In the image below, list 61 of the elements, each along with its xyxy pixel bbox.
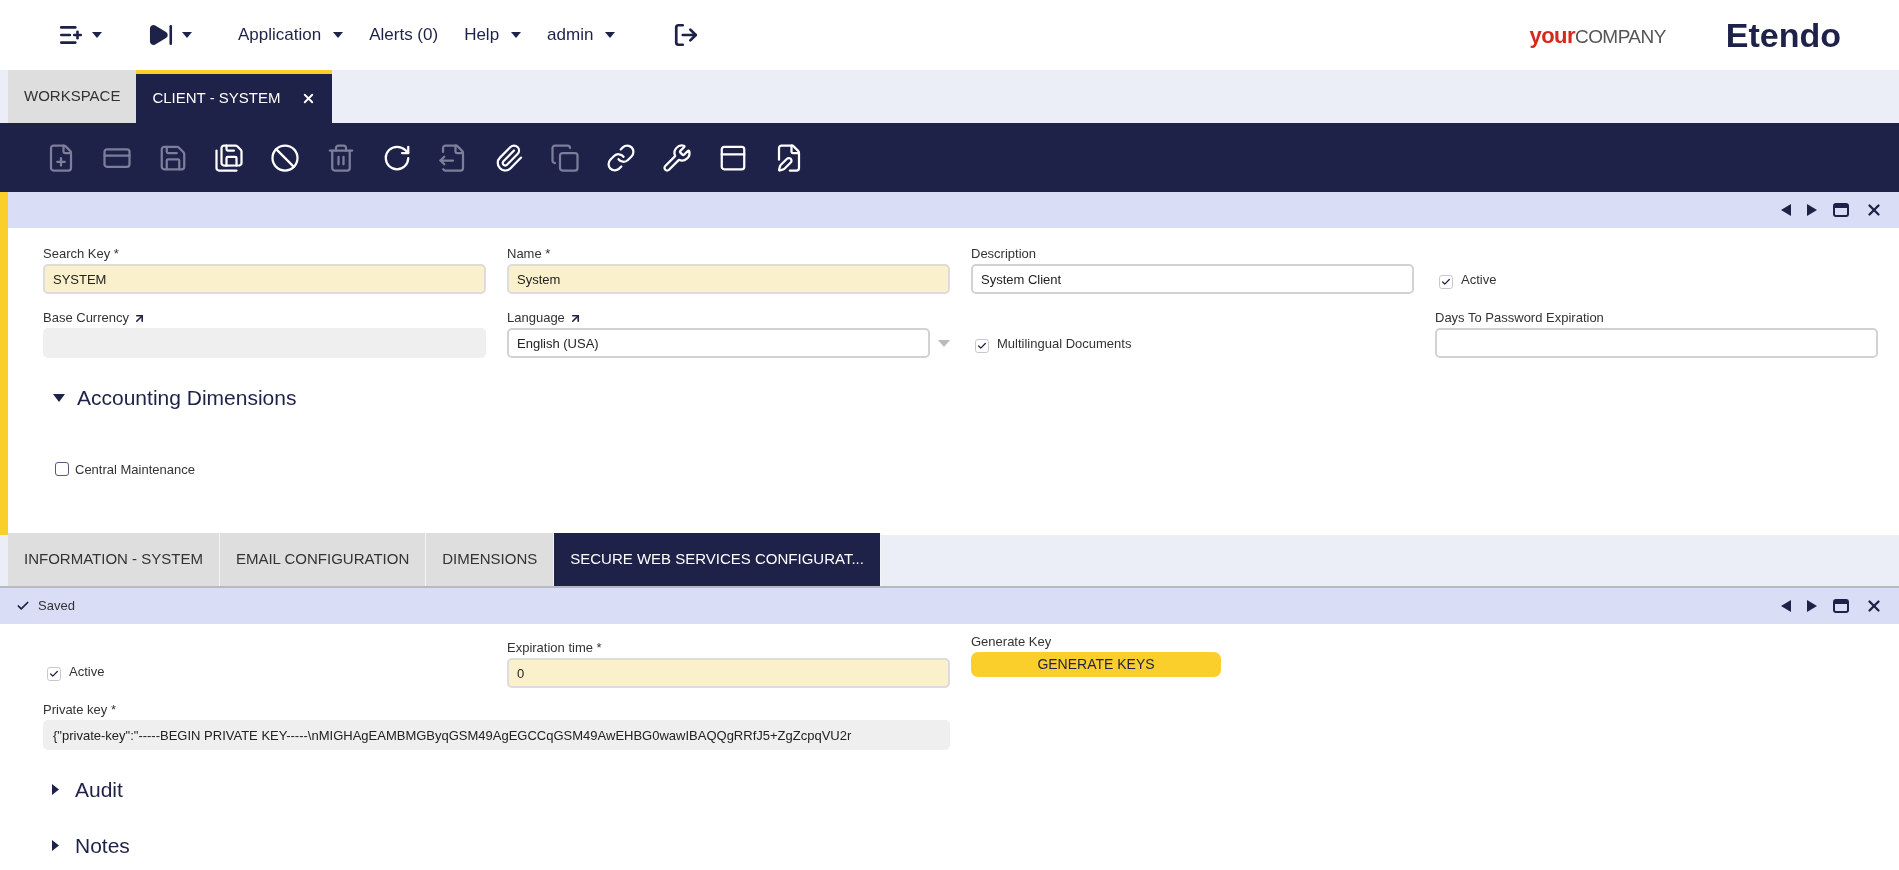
field-label: Name * <box>507 245 551 264</box>
checkbox-label: Multilingual Documents <box>997 334 1132 353</box>
top-menu-item[interactable]: Help <box>464 22 522 48</box>
fast-forward-icon <box>148 22 174 48</box>
checkmark-icon <box>977 341 987 351</box>
company-logo: yourCOMPANY <box>1529 21 1666 50</box>
maximize-icon[interactable] <box>1833 203 1849 217</box>
brand-logo: Etendo <box>1725 14 1841 56</box>
sub-tab[interactable]: EMAIL CONFIGURATION <box>219 533 427 586</box>
field-label: Search Key * <box>43 245 119 264</box>
input-field[interactable]: System Client <box>971 264 1414 294</box>
close-icon[interactable] <box>1865 201 1883 219</box>
caret-icon <box>333 32 344 38</box>
status-text: Saved <box>38 597 75 616</box>
select-field[interactable]: English (USA) <box>507 328 930 358</box>
collapse-triangle-icon[interactable] <box>53 393 65 402</box>
caret-icon <box>511 32 522 38</box>
field-label: Language <box>507 309 565 328</box>
expand-triangle-icon[interactable] <box>52 784 59 796</box>
check-icon <box>16 599 30 613</box>
maximize-icon[interactable] <box>1833 599 1849 613</box>
section-header[interactable]: Notes <box>43 829 1899 861</box>
field-label: Private key * <box>43 701 116 720</box>
generate-keys-button[interactable]: GENERATE KEYS <box>971 652 1221 677</box>
next-icon[interactable] <box>1807 204 1817 216</box>
input-field[interactable]: {"private-key":"-----BEGIN PRIVATE KEY-----\nMIGHAgEAMBMGByqGSM49AgEGCCqGSM49AwEHBG0wawIBAQQgRRfJ5+ZgZcpqVU2r <box>43 720 950 750</box>
section-header[interactable]: Audit <box>43 774 1899 806</box>
input-field[interactable]: 0 <box>507 658 950 688</box>
caret-icon <box>605 32 616 38</box>
top-menu-item[interactable]: Application <box>238 22 344 48</box>
checkbox-label: Active <box>69 662 105 681</box>
field-label: Base Currency <box>43 309 129 328</box>
previous-icon[interactable] <box>1781 600 1791 612</box>
next-icon[interactable] <box>1807 600 1817 612</box>
top-menu-item[interactable]: Alerts (0) <box>369 22 439 48</box>
previous-icon[interactable] <box>1781 204 1791 216</box>
close-icon[interactable] <box>1865 597 1883 615</box>
input-field[interactable] <box>1435 328 1878 358</box>
field-label: Days To Password Expiration <box>1435 309 1604 328</box>
caret-icon <box>92 32 102 38</box>
window-tab[interactable]: CLIENT - SYSTEM <box>136 70 332 123</box>
field-label: Generate Key <box>971 633 1052 652</box>
input-field[interactable]: System <box>507 264 950 294</box>
input-field[interactable]: SYSTEM <box>43 264 486 294</box>
logout-icon[interactable] <box>673 22 700 48</box>
sub-tab[interactable]: DIMENSIONS <box>426 533 555 586</box>
checkbox-label: Central Maintenance <box>75 460 195 479</box>
field-label: Expiration time * <box>507 639 602 658</box>
checkmark-icon <box>49 669 59 679</box>
sub-tab[interactable]: INFORMATION - SYSTEM <box>8 533 220 586</box>
expand-triangle-icon[interactable] <box>52 839 59 851</box>
field-label: Description <box>971 245 1037 264</box>
checkmark-icon <box>1441 277 1451 287</box>
section-header[interactable]: Accounting Dimensions <box>43 382 1899 414</box>
sub-tab[interactable]: SECURE WEB SERVICES CONFIGURAT... <box>554 533 881 586</box>
top-menu-item[interactable]: admin <box>547 22 616 48</box>
caret-icon <box>182 32 192 38</box>
window-tab[interactable]: WORKSPACE <box>8 70 137 123</box>
checkbox-label: Active <box>1461 270 1497 289</box>
quick-launch-menu[interactable] <box>148 22 192 48</box>
checkbox[interactable] <box>55 462 69 477</box>
